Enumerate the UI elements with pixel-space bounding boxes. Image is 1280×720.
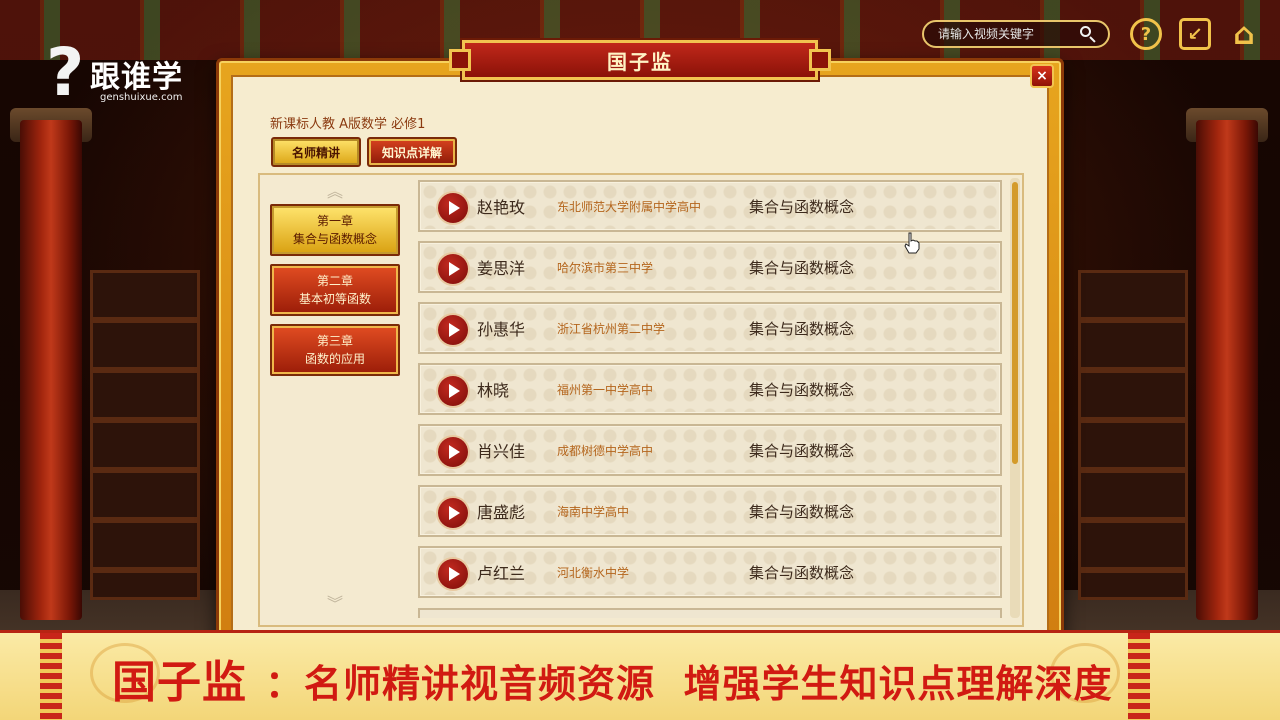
close-button[interactable]: ×	[1030, 64, 1054, 88]
list-scroll-thumb[interactable]	[1012, 182, 1018, 464]
play-icon[interactable]	[438, 254, 468, 284]
chapter-name: 函数的应用	[304, 352, 365, 366]
app-logo: ? 跟谁学 genshuixue.com	[46, 40, 216, 114]
video-row[interactable]: 卢红兰 河北衡水中学 集合与函数概念	[418, 546, 1002, 598]
search-box[interactable]	[922, 20, 1110, 48]
video-row[interactable]: 肖兴佳 成都树德中学高中 集合与函数概念	[418, 424, 1002, 476]
banner-border-left	[40, 633, 62, 720]
video-topic: 集合与函数概念	[749, 380, 855, 399]
teacher-name: 姜思洋	[477, 259, 526, 278]
school-name: 哈尔滨市第三中学	[557, 260, 654, 275]
chapter-number: 第二章	[316, 274, 353, 288]
chapter-name: 集合与函数概念	[292, 232, 377, 246]
play-icon[interactable]	[438, 315, 468, 345]
video-row-partial	[418, 608, 1002, 618]
banner-brand: 国子监	[112, 657, 247, 708]
logo-domain: genshuixue.com	[100, 92, 183, 103]
school-name: 成都树德中学高中	[557, 443, 654, 458]
play-icon[interactable]	[438, 193, 468, 223]
teacher-name: 孙惠华	[477, 320, 526, 339]
chapter-scroll-up-icon[interactable]: ︽	[318, 182, 352, 201]
play-icon[interactable]	[438, 437, 468, 467]
bookshelf-right	[1078, 270, 1188, 600]
video-topic: 集合与函数概念	[749, 319, 855, 338]
play-icon[interactable]	[438, 559, 468, 589]
teacher-name: 林晓	[477, 381, 510, 400]
school-name: 海南中学高中	[557, 504, 630, 519]
video-topic: 集合与函数概念	[749, 258, 855, 277]
school-name: 东北师范大学附属中学高中	[557, 199, 702, 214]
video-row[interactable]: 唐盛彪 海南中学高中 集合与函数概念	[418, 485, 1002, 537]
teacher-name: 肖兴佳	[477, 442, 526, 461]
chapter-number: 第三章	[316, 334, 353, 348]
hand-cursor-icon	[904, 232, 920, 254]
play-icon[interactable]	[438, 376, 468, 406]
school-name: 浙江省杭州第二中学	[557, 321, 666, 336]
school-name: 河北衡水中学	[557, 565, 630, 580]
search-icon[interactable]	[1078, 24, 1098, 44]
bookshelf-left	[90, 270, 200, 600]
video-topic: 集合与函数概念	[749, 197, 855, 216]
tab-teacher-lectures[interactable]: 名师精讲	[271, 137, 361, 167]
title-ornament-left	[449, 49, 471, 71]
video-topic: 集合与函数概念	[749, 502, 855, 521]
exit-button[interactable]: ↙	[1179, 18, 1211, 50]
banner-slogan: 名师精讲视音频资源 增强学生知识点理解深度	[304, 662, 1113, 706]
dialog-title-plate: 国子监	[449, 40, 831, 80]
logo-mark-icon: ?	[46, 34, 85, 111]
search-input[interactable]	[938, 27, 1078, 41]
logo-name: 跟谁学	[90, 60, 183, 95]
pillar-left	[20, 120, 82, 620]
banner-colon: ：	[265, 662, 305, 706]
chapter-number: 第一章	[316, 214, 353, 228]
video-row[interactable]: 赵艳玫 东北师范大学附属中学高中 集合与函数概念	[418, 180, 1002, 232]
school-name: 福州第一中学高中	[557, 382, 654, 397]
help-button[interactable]: ?	[1130, 18, 1162, 50]
banner-caption: 国子监 ：名师精讲视音频资源 增强学生知识点理解深度	[112, 646, 1112, 710]
banner-border-right	[1128, 633, 1150, 720]
video-topic: 集合与函数概念	[749, 563, 855, 582]
teacher-name: 卢红兰	[477, 564, 526, 583]
chapter-scroll-down-icon[interactable]: ︾	[318, 594, 352, 613]
chapter-name: 基本初等函数	[298, 292, 371, 306]
video-topic: 集合与函数概念	[749, 441, 855, 460]
pillar-right	[1196, 120, 1258, 620]
chapter-1-button[interactable]: 第一章 集合与函数概念	[270, 204, 400, 256]
teacher-name: 唐盛彪	[477, 503, 526, 522]
course-title: 新课标人教 A版数学 必修1	[270, 117, 426, 132]
home-icon[interactable]: ⌂	[1228, 17, 1260, 52]
dialog-title: 国子监	[607, 49, 673, 74]
chapter-2-button[interactable]: 第二章 基本初等函数	[270, 264, 400, 316]
play-icon[interactable]	[438, 498, 468, 528]
tab-knowledge-points[interactable]: 知识点详解	[367, 137, 457, 167]
chapter-3-button[interactable]: 第三章 函数的应用	[270, 324, 400, 376]
video-row[interactable]: 林晓 福州第一中学高中 集合与函数概念	[418, 363, 1002, 415]
title-ornament-right	[809, 49, 831, 71]
teacher-name: 赵艳玫	[477, 198, 526, 217]
video-row[interactable]: 孙惠华 浙江省杭州第二中学 集合与函数概念	[418, 302, 1002, 354]
